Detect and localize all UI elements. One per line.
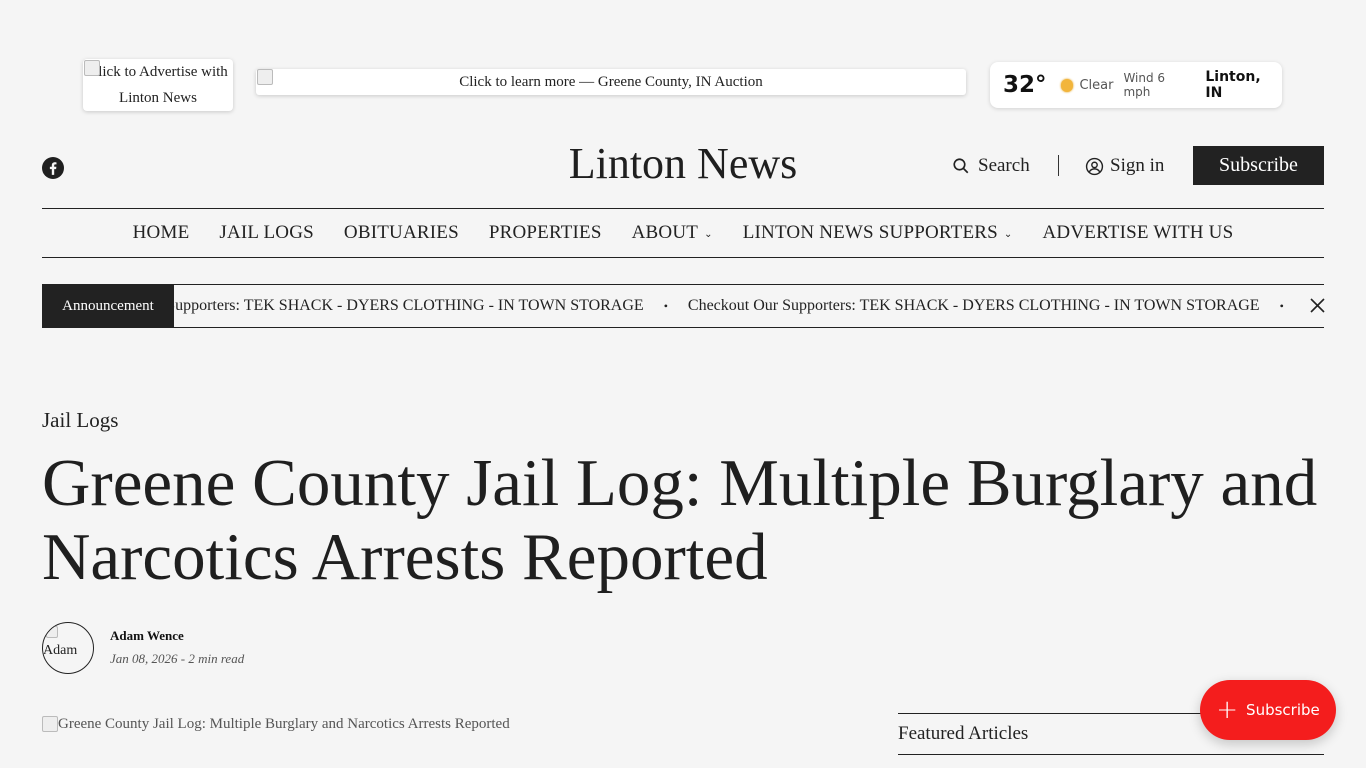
nav-item-label: PROPERTIES [488,222,602,243]
hero-image-alt: Greene County Jail Log: Multiple Burglar… [58,716,510,732]
sun-icon [1060,78,1074,92]
nav-item-label: JAIL LOGS [219,222,314,243]
close-icon[interactable] [1309,297,1326,314]
announcement-ticker[interactable]: Checkout Our Supporters: TEK SHACK - DYE… [174,285,1298,327]
portal-subscribe-label: Subscribe [1246,701,1320,719]
advertise-ad[interactable]: Click to Advertise with Linton News [83,59,233,111]
sign-in-button[interactable]: Sign in [1085,153,1164,179]
nav-item-advertise[interactable]: ADVERTISE WITH US [1043,222,1234,244]
user-icon [1085,157,1104,175]
nav-item-label: HOME [132,222,190,243]
nav-item-supporters[interactable]: LINTON NEWS SUPPORTERS ⌄ [743,222,1013,244]
search-button[interactable]: Search [952,153,1030,179]
advertise-ad-alt: Click to Advertise with Linton News [88,64,228,106]
auction-banner-ad[interactable]: Click to learn more — Greene County, IN … [256,69,966,95]
article-category[interactable]: Jail Logs [42,408,118,433]
auction-banner-alt: Click to learn more — Greene County, IN … [459,74,763,90]
header-divider [1058,155,1059,176]
plus-icon: + [1216,695,1239,725]
avatar-alt: Adam [43,643,78,658]
main-nav: HOME JAIL LOGS OBITUARIES PROPERTIES ABO… [42,209,1324,257]
nav-item-label: ADVERTISE WITH US [1042,222,1234,243]
broken-image-icon [257,69,273,85]
weather-widget: 32° Clear Wind 6 mph Linton, IN [990,62,1282,108]
ticker-separator: • [1279,298,1284,313]
subscribe-button[interactable]: Subscribe [1193,146,1324,185]
weather-wind: Wind 6 mph [1123,71,1166,99]
weather-temp: 32° [1003,72,1047,98]
featured-divider-bottom [898,754,1324,755]
nav-item-obituaries[interactable]: OBITUARIES [344,222,459,244]
broken-image-icon [46,626,58,638]
author-avatar[interactable]: Adam [42,622,94,674]
portal-subscribe-button[interactable]: + Subscribe [1200,680,1336,740]
nav-divider-bottom [42,257,1324,258]
ticker-item[interactable]: Checkout Our Supporters: TEK SHACK - DYE… [688,297,1260,315]
nav-item-properties[interactable]: PROPERTIES [489,222,602,244]
article-hero-image: Greene County Jail Log: Multiple Burglar… [42,716,510,733]
article-title: Greene County Jail Log: Multiple Burglar… [42,446,1318,594]
author-name[interactable]: Adam Wence [110,628,184,644]
ticker-separator: • [663,298,668,313]
search-label: Search [978,155,1030,176]
chevron-down-icon: ⌄ [704,228,713,240]
nav-item-about[interactable]: ABOUT ⌄ [632,222,713,244]
broken-image-icon [84,60,100,76]
nav-item-label: LINTON NEWS SUPPORTERS [742,222,998,243]
weather-location: Linton, IN [1205,69,1261,101]
search-icon [953,158,969,174]
nav-item-label: OBITUARIES [343,222,459,243]
broken-image-icon [42,716,58,732]
featured-articles-title: Featured Articles [898,723,1029,744]
ticker-item[interactable]: Checkout Our Supporters: TEK SHACK - DYE… [174,297,644,315]
article-meta: Jan 08, 2026 - 2 min read [110,651,245,666]
announcement-label: Announcement [42,285,174,327]
nav-item-home[interactable]: HOME [133,222,190,244]
chevron-down-icon: ⌄ [1003,228,1013,240]
weather-condition: Clear [1079,77,1114,93]
nav-item-label: ABOUT [631,222,699,243]
announcement-divider-bottom [42,327,1324,328]
sign-in-label: Sign in [1110,155,1165,176]
nav-item-jail-logs[interactable]: JAIL LOGS [219,222,314,244]
